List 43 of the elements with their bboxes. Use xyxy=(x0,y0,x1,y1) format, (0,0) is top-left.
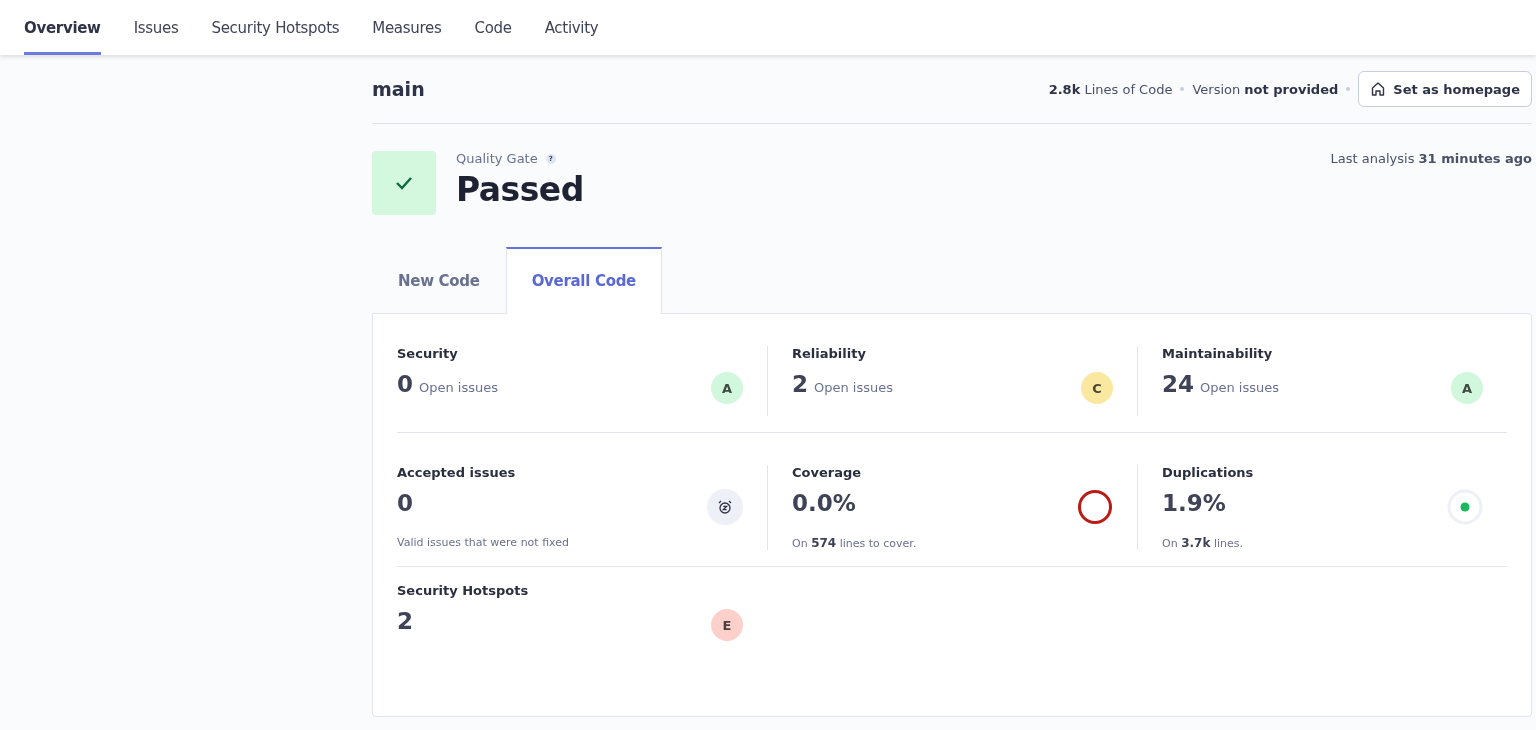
alarm-clock-icon xyxy=(707,489,743,525)
set-homepage-button[interactable]: Set as homepage xyxy=(1358,71,1532,107)
nav-tab[interactable]: Code xyxy=(474,0,512,55)
quality-gate-label: Quality Gate xyxy=(456,151,538,166)
metric-value[interactable]: 0 xyxy=(397,371,413,397)
metric-unit: Open issues xyxy=(1200,380,1280,395)
last-analysis: Last analysis 31 minutes ago xyxy=(1330,151,1532,168)
home-icon xyxy=(1370,81,1387,97)
metric-unit: Open issues xyxy=(814,380,894,395)
coverage-ring-icon xyxy=(1077,489,1113,525)
rating-badge: A xyxy=(711,372,743,404)
rating-badge: A xyxy=(1451,372,1483,404)
metric-value[interactable]: 0.0% xyxy=(792,490,856,516)
metric-title: Security xyxy=(397,346,459,361)
metric-value[interactable]: 2 xyxy=(792,371,808,397)
metric-title: Coverage xyxy=(792,465,863,480)
branch-meta: Version not provided xyxy=(1192,81,1339,97)
rating-badge: C xyxy=(1081,372,1113,404)
metric-value[interactable]: 2 xyxy=(397,608,413,634)
code-tab[interactable]: New Code xyxy=(372,247,506,314)
quality-gate-status: Passed xyxy=(456,170,584,209)
metric-title: Duplications xyxy=(1162,465,1254,480)
metric-note: On 574 lines to cover. xyxy=(792,536,917,550)
nav-tab[interactable]: Measures xyxy=(372,0,442,55)
nav-tab[interactable]: Issues xyxy=(133,0,179,55)
metric-value[interactable]: 1.9% xyxy=(1162,490,1226,516)
nav-tab[interactable]: Activity xyxy=(544,0,599,55)
branch-name: main xyxy=(372,78,425,100)
metric-title: Accepted issues xyxy=(397,465,517,480)
metric-value[interactable]: 24 xyxy=(1162,371,1194,397)
branch-meta: 2.8k Lines of Code xyxy=(1048,81,1173,97)
duplication-indicator-icon xyxy=(1447,489,1483,525)
nav-tab[interactable]: Overview xyxy=(24,0,101,55)
metric-unit: Open issues xyxy=(419,380,499,395)
nav-tab[interactable]: Security Hotspots xyxy=(211,0,340,55)
metric-title: Security Hotspots xyxy=(397,583,529,598)
code-tab[interactable]: Overall Code xyxy=(505,247,662,314)
metric-title: Reliability xyxy=(792,346,867,361)
metric-title: Maintainability xyxy=(1162,346,1274,361)
metric-value[interactable]: 0 xyxy=(397,490,413,516)
metric-note: Valid issues that were not fixed xyxy=(397,536,569,549)
metric-note: On 3.7k lines. xyxy=(1162,536,1244,550)
rating-badge: E xyxy=(711,609,743,641)
